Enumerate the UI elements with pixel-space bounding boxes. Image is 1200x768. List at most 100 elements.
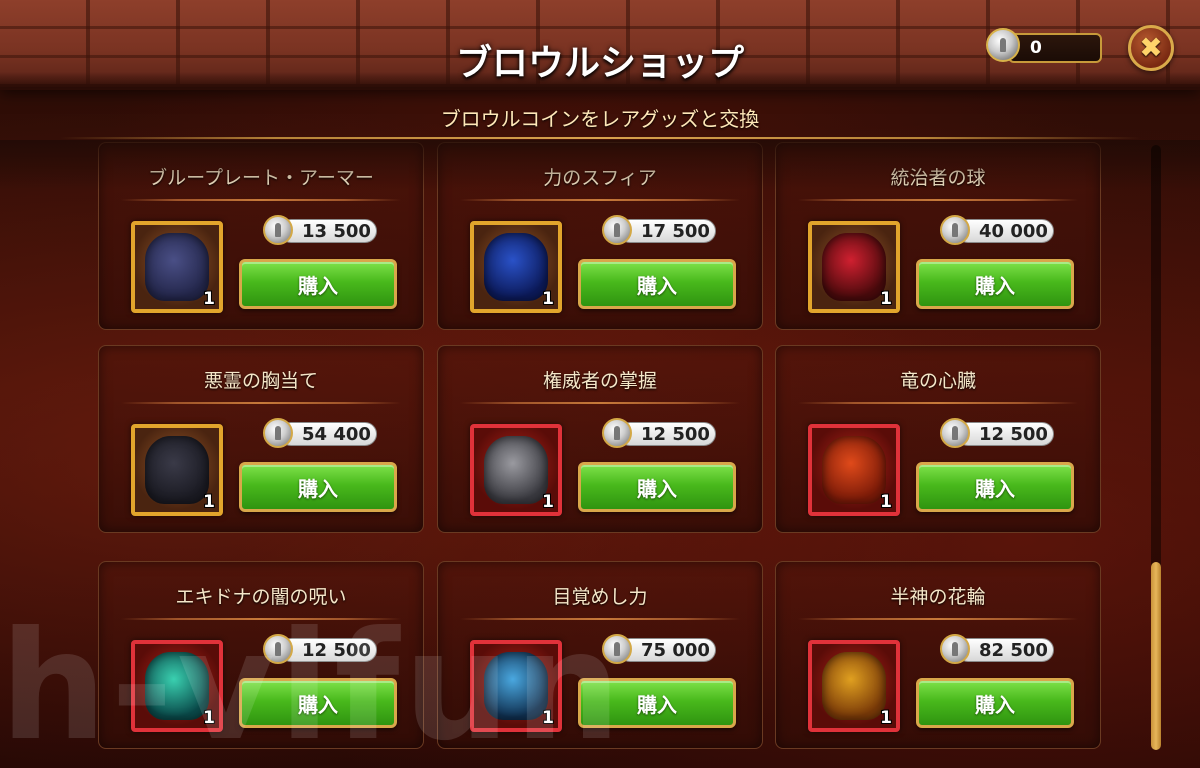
brawl-coin-icon [940,418,970,448]
item-quantity: 1 [203,708,215,728]
price-value: 82 500 [979,640,1048,661]
brawl-coin-icon [940,215,970,245]
brawl-coin-icon [602,418,632,448]
item-name: 半神の花輪 [890,586,986,608]
item-name: 竜の心臓 [899,370,976,392]
divider [121,199,401,201]
item-price: 75 000 [602,634,716,664]
divider [798,618,1078,620]
item-slot[interactable]: 1 [808,640,900,732]
brawl-coin-icon [602,215,632,245]
price-box: 82 500 [956,638,1054,662]
price-box: 54 400 [279,422,377,446]
divider [460,199,740,201]
price-value: 12 500 [641,424,710,445]
divider [460,402,740,404]
item-slot[interactable]: 1 [470,424,562,516]
price-box: 12 500 [956,422,1054,446]
price-box: 12 500 [618,422,716,446]
item-price: 12 500 [940,418,1054,448]
divider [121,402,401,404]
price-box: 17 500 [618,219,716,243]
item-slot[interactable]: 1 [131,221,223,313]
coin-balance-box: 0 [1008,33,1102,63]
shop-item-card: 竜の心臓 1 12 500 購入 [775,345,1101,533]
price-value: 13 500 [302,221,371,242]
shop-item-card: 目覚めし力 1 75 000 購入 [437,561,763,749]
buy-button[interactable]: 購入 [578,462,736,512]
item-name: ブループレート・アーマー [148,167,374,189]
item-quantity: 1 [203,289,215,309]
item-quantity: 1 [542,492,554,512]
shop-item-card: 悪霊の胸当て 1 54 400 購入 [98,345,424,533]
divider [798,199,1078,201]
item-slot[interactable]: 1 [131,424,223,516]
shop-item-card: ブループレート・アーマー 1 13 500 購入 [98,142,424,330]
brawl-coin-icon [263,634,293,664]
buy-button[interactable]: 購入 [239,259,397,309]
divider [460,618,740,620]
item-price: 54 400 [263,418,377,448]
shop-item-card: 半神の花輪 1 82 500 購入 [775,561,1101,749]
buy-button[interactable]: 購入 [239,462,397,512]
dragon-heart-icon [822,436,886,504]
item-slot[interactable]: 1 [808,424,900,516]
blue-plate-armor-icon [145,233,209,301]
price-box: 75 000 [618,638,716,662]
shop-item-card: エキドナの闇の呪い 1 12 500 購入 [98,561,424,749]
price-value: 54 400 [302,424,371,445]
buy-button[interactable]: 購入 [239,678,397,728]
item-quantity: 1 [542,708,554,728]
buy-button[interactable]: 購入 [578,678,736,728]
item-name: 統治者の球 [890,167,986,189]
divider [60,137,1140,139]
item-quantity: 1 [880,708,892,728]
brawl-coin-icon [986,28,1020,62]
shop-item-card: 統治者の球 1 40 000 購入 [775,142,1101,330]
price-value: 17 500 [641,221,710,242]
divider [121,618,401,620]
item-price: 17 500 [602,215,716,245]
item-price: 40 000 [940,215,1054,245]
evil-spirit-breastplate-icon [145,436,209,504]
buy-button[interactable]: 購入 [916,259,1074,309]
shop-item-card: 権威者の掌握 1 12 500 購入 [437,345,763,533]
scrollbar-thumb[interactable] [1151,562,1161,750]
brawl-coin-icon [602,634,632,664]
item-quantity: 1 [542,289,554,309]
item-price: 12 500 [263,634,377,664]
item-name: 権威者の掌握 [542,370,657,392]
price-box: 13 500 [279,219,377,243]
brawl-coin-icon [263,215,293,245]
item-slot[interactable]: 1 [470,221,562,313]
rulers-orb-icon [822,233,886,301]
shop-item-card: 力のスフィア 1 17 500 購入 [437,142,763,330]
close-button[interactable]: ✖ [1128,25,1174,71]
price-value: 40 000 [979,221,1048,242]
item-grid[interactable]: ブループレート・アーマー 1 13 500 購入 力のスフィア 1 17 500… [0,140,1200,762]
price-value: 12 500 [302,640,371,661]
divider [798,402,1078,404]
demigod-wreath-icon [822,652,886,720]
authority-grasp-icon [484,436,548,504]
item-price: 12 500 [602,418,716,448]
item-quantity: 1 [880,289,892,309]
item-slot[interactable]: 1 [808,221,900,313]
buy-button[interactable]: 購入 [916,678,1074,728]
shop-subtitle: ブロウルコインをレアグッズと交換 [440,107,760,131]
coin-balance-value: 0 [1030,38,1042,58]
buy-button[interactable]: 購入 [578,259,736,309]
price-box: 12 500 [279,638,377,662]
item-name: 目覚めし力 [552,586,648,608]
item-price: 82 500 [940,634,1054,664]
item-slot[interactable]: 1 [470,640,562,732]
price-box: 40 000 [956,219,1054,243]
echidna-dark-curse-icon [145,652,209,720]
close-icon: ✖ [1139,31,1163,64]
buy-button[interactable]: 購入 [916,462,1074,512]
item-price: 13 500 [263,215,377,245]
item-slot[interactable]: 1 [131,640,223,732]
sphere-of-power-icon [484,233,548,301]
brawl-coin-icon [263,418,293,448]
coin-balance: 0 [986,28,1102,64]
